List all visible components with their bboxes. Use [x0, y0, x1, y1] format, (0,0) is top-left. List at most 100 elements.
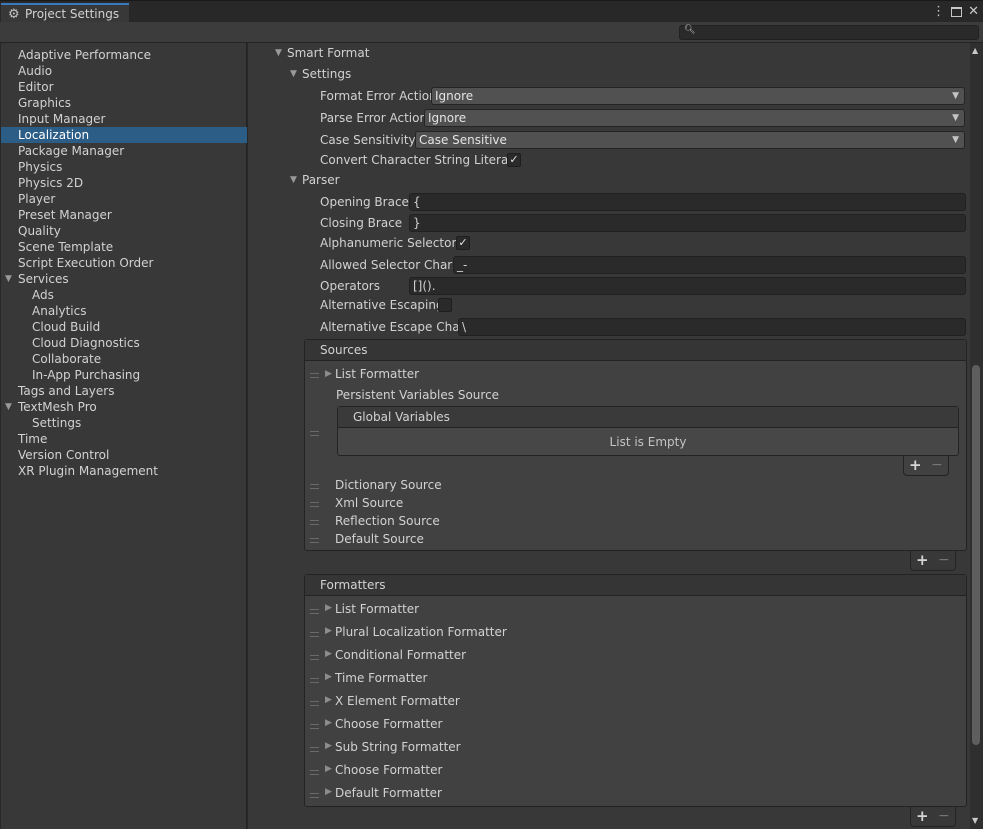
remove-button[interactable]: −	[931, 456, 943, 474]
remove-button[interactable]: −	[938, 551, 950, 569]
alternative-escape-char-field[interactable]: \	[458, 318, 966, 336]
sidebar-item-graphics[interactable]: Graphics	[1, 95, 247, 111]
foldout-collapsed-icon[interactable]: ▶	[325, 365, 332, 383]
source-item[interactable]: Xml Source	[335, 494, 403, 512]
parse-error-action-dropdown[interactable]: Ignore ▼	[424, 109, 965, 127]
allowed-selector-chars-field[interactable]: _-	[453, 256, 966, 274]
foldout-expanded-icon[interactable]: ▼	[275, 44, 282, 62]
drag-handle-icon[interactable]	[310, 678, 319, 683]
sidebar-item-collaborate[interactable]: Collaborate	[1, 351, 247, 367]
more-vertical-icon[interactable]: ⋮	[932, 4, 945, 20]
formatter-item[interactable]: Sub String Formatter	[335, 738, 461, 756]
parser-foldout[interactable]: Parser	[302, 171, 340, 189]
sidebar-item-settings[interactable]: Settings	[1, 415, 247, 431]
sidebar-item-cloud-build[interactable]: Cloud Build	[1, 319, 247, 335]
sidebar-item-analytics[interactable]: Analytics	[1, 303, 247, 319]
drag-handle-icon[interactable]	[310, 431, 319, 436]
sidebar-item-package-manager[interactable]: Package Manager	[1, 143, 247, 159]
drag-handle-icon[interactable]	[310, 609, 319, 614]
remove-button[interactable]: −	[938, 807, 950, 825]
drag-handle-icon[interactable]	[310, 770, 319, 775]
add-button[interactable]: +	[909, 456, 922, 474]
format-error-action-dropdown[interactable]: Ignore ▼	[431, 87, 965, 105]
sidebar-item-preset-manager[interactable]: Preset Manager	[1, 207, 247, 223]
case-sensitivity-dropdown[interactable]: Case Sensitive ▼	[415, 131, 965, 149]
source-item[interactable]: Reflection Source	[335, 512, 440, 530]
drag-handle-icon[interactable]	[310, 373, 319, 378]
drag-handle-icon[interactable]	[310, 484, 319, 489]
smart-format-foldout[interactable]: Smart Format	[287, 44, 369, 62]
sidebar-item-time[interactable]: Time	[1, 431, 247, 447]
add-button[interactable]: +	[916, 551, 929, 569]
foldout-expanded-icon[interactable]: ▼	[5, 399, 12, 415]
sidebar-item-script-execution-order[interactable]: Script Execution Order	[1, 255, 247, 271]
foldout-collapsed-icon[interactable]: ▶	[325, 691, 332, 709]
sidebar-item-audio[interactable]: Audio	[1, 63, 247, 79]
alphanumeric-selectors-checkbox[interactable]: ✓	[456, 236, 470, 250]
drag-handle-icon[interactable]	[310, 520, 319, 525]
foldout-expanded-icon[interactable]: ▼	[5, 271, 12, 287]
vertical-scrollbar[interactable]: ▲ ▼	[970, 43, 983, 829]
sidebar-item-in-app-purchasing[interactable]: In-App Purchasing	[1, 367, 247, 383]
search-input[interactable]: 🔍︎	[679, 25, 979, 40]
sidebar-item-services[interactable]: ▼ Services	[1, 271, 247, 287]
sidebar-item-adaptive-performance[interactable]: Adaptive Performance	[1, 47, 247, 63]
sidebar-item-localization[interactable]: Localization	[1, 127, 247, 143]
drag-handle-icon[interactable]	[310, 632, 319, 637]
drag-handle-icon[interactable]	[310, 793, 319, 798]
sidebar-item-version-control[interactable]: Version Control	[1, 447, 247, 463]
scroll-down-icon[interactable]: ▼	[972, 816, 978, 825]
settings-foldout[interactable]: Settings	[302, 65, 351, 83]
maximize-icon[interactable]	[951, 7, 963, 17]
drag-handle-icon[interactable]	[310, 724, 319, 729]
formatter-item[interactable]: List Formatter	[335, 600, 419, 618]
formatter-item[interactable]: Time Formatter	[335, 669, 428, 687]
drag-handle-icon[interactable]	[310, 747, 319, 752]
foldout-collapsed-icon[interactable]: ▶	[325, 599, 332, 617]
scrollbar-thumb[interactable]	[972, 365, 980, 745]
formatter-item[interactable]: Conditional Formatter	[335, 646, 466, 664]
foldout-collapsed-icon[interactable]: ▶	[325, 622, 332, 640]
sidebar-item-input-manager[interactable]: Input Manager	[1, 111, 247, 127]
foldout-expanded-icon[interactable]: ▼	[290, 65, 297, 83]
close-icon[interactable]: ✕	[968, 4, 979, 20]
foldout-collapsed-icon[interactable]: ▶	[325, 714, 332, 732]
drag-handle-icon[interactable]	[310, 538, 319, 543]
sidebar-item-textmesh-pro[interactable]: ▼ TextMesh Pro	[1, 399, 247, 415]
operators-field[interactable]: []().	[409, 277, 966, 295]
sidebar-item-physics-2d[interactable]: Physics 2D	[1, 175, 247, 191]
closing-brace-field[interactable]: }	[409, 214, 966, 232]
formatter-item[interactable]: Choose Formatter	[335, 761, 442, 779]
opening-brace-field[interactable]: {	[409, 193, 966, 211]
foldout-collapsed-icon[interactable]: ▶	[325, 760, 332, 778]
formatter-item[interactable]: X Element Formatter	[335, 692, 460, 710]
foldout-collapsed-icon[interactable]: ▶	[325, 783, 332, 801]
convert-literals-checkbox[interactable]: ✓	[507, 153, 521, 167]
sidebar-item-xr-plugin-management[interactable]: XR Plugin Management	[1, 463, 247, 479]
source-item[interactable]: Default Source	[335, 530, 424, 548]
formatter-item[interactable]: Plural Localization Formatter	[335, 623, 507, 641]
add-button[interactable]: +	[916, 807, 929, 825]
sidebar-item-quality[interactable]: Quality	[1, 223, 247, 239]
drag-handle-icon[interactable]	[310, 502, 319, 507]
sidebar-item-ads[interactable]: Ads	[1, 287, 247, 303]
drag-handle-icon[interactable]	[310, 655, 319, 660]
sidebar-item-player[interactable]: Player	[1, 191, 247, 207]
sidebar-item-physics[interactable]: Physics	[1, 159, 247, 175]
foldout-expanded-icon[interactable]: ▼	[290, 171, 297, 189]
foldout-collapsed-icon[interactable]: ▶	[325, 645, 332, 663]
drag-handle-icon[interactable]	[310, 701, 319, 706]
window-tab[interactable]: ⚙ Project Settings	[1, 3, 129, 23]
source-item[interactable]: Dictionary Source	[335, 476, 442, 494]
formatter-item[interactable]: Default Formatter	[335, 784, 442, 802]
foldout-collapsed-icon[interactable]: ▶	[325, 737, 332, 755]
scroll-up-icon[interactable]: ▲	[972, 46, 978, 55]
foldout-collapsed-icon[interactable]: ▶	[325, 668, 332, 686]
source-item[interactable]: List Formatter	[335, 365, 419, 383]
alternative-escaping-checkbox[interactable]	[438, 298, 452, 312]
sidebar-item-editor[interactable]: Editor	[1, 79, 247, 95]
sidebar-item-tags-and-layers[interactable]: Tags and Layers	[1, 383, 247, 399]
sidebar-item-scene-template[interactable]: Scene Template	[1, 239, 247, 255]
sidebar-item-cloud-diagnostics[interactable]: Cloud Diagnostics	[1, 335, 247, 351]
formatter-item[interactable]: Choose Formatter	[335, 715, 442, 733]
